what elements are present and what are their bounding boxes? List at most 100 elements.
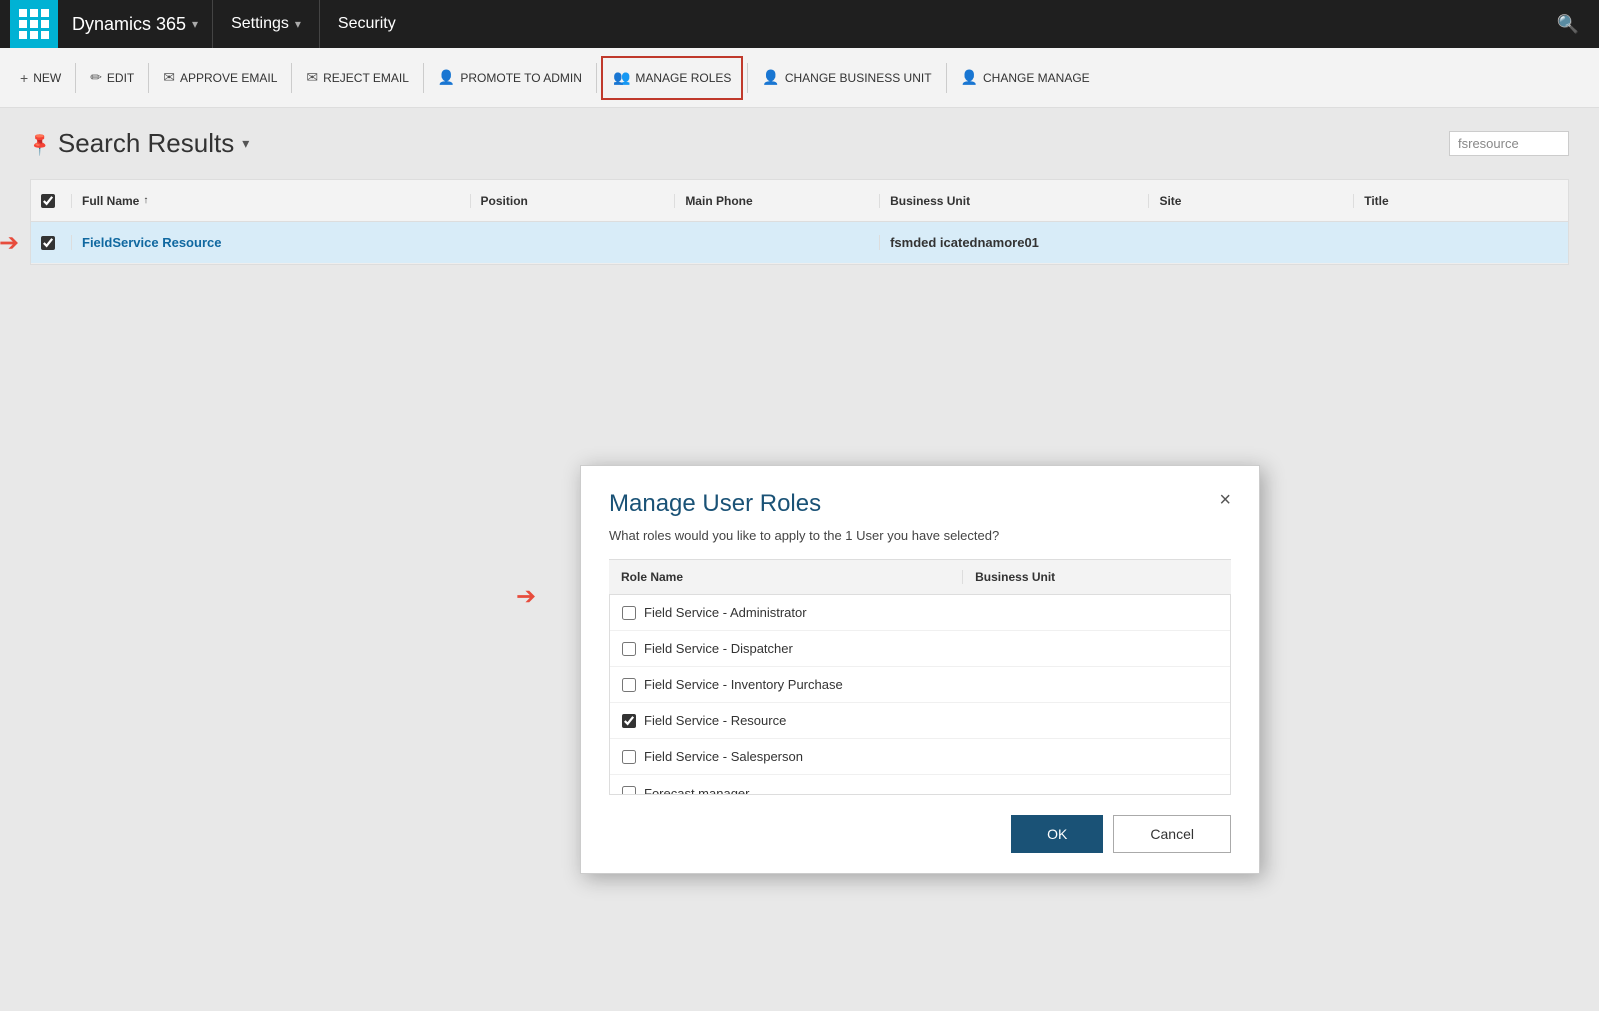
pin-icon: 📌 <box>26 129 54 157</box>
separator-5 <box>596 63 597 93</box>
phone-label: Main Phone <box>685 194 752 208</box>
main-content: 📌 Search Results ▾ fsresource Full Name … <box>0 108 1599 694</box>
separator-6 <box>747 63 748 93</box>
position-label: Position <box>481 194 528 208</box>
col-header-phone: Main Phone <box>674 194 879 208</box>
separator-2 <box>148 63 149 93</box>
edit-label: EDIT <box>107 71 134 85</box>
nav-settings-arrow: ▾ <box>295 17 301 31</box>
search-results-title: Search Results <box>58 128 234 159</box>
role-label: Field Service - Administrator <box>644 605 807 620</box>
row-business-unit: fsmded icatednamore01 <box>879 235 1148 250</box>
modal-subtitle: What roles would you like to apply to th… <box>581 528 1259 559</box>
site-label: Site <box>1159 194 1181 208</box>
approve-email-label: APPROVE EMAIL <box>180 71 277 85</box>
roles-table-header: Role Name Business Unit <box>609 559 1231 595</box>
list-item: Field Service - Administrator <box>610 595 1230 631</box>
change-business-unit-button[interactable]: 👤 CHANGE BUSINESS UNIT <box>752 56 941 100</box>
roles-list: Field Service - Administrator Field Servi… <box>609 595 1231 795</box>
role-label: Field Service - Inventory Purchase <box>644 677 843 692</box>
change-business-unit-icon: 👤 <box>762 69 779 86</box>
row-checkbox-col[interactable] <box>41 236 71 250</box>
approve-email-icon: ✉ <box>163 69 175 86</box>
business-unit-label: Business Unit <box>890 194 970 208</box>
data-grid: Full Name ↑ Position Main Phone Business… <box>30 179 1569 265</box>
role-checkbox[interactable] <box>622 606 636 620</box>
ok-button[interactable]: OK <box>1011 815 1103 853</box>
manage-roles-button[interactable]: 👥 MANAGE ROLES <box>601 56 743 100</box>
roles-col-name-header: Role Name <box>609 570 962 584</box>
edit-icon: ✏ <box>90 69 102 86</box>
nav-search-icon[interactable]: 🔍 <box>1547 14 1589 35</box>
promote-to-admin-label: PROMOTE TO ADMIN <box>460 71 582 85</box>
new-icon: + <box>20 70 28 86</box>
edit-button[interactable]: ✏ EDIT <box>80 56 144 100</box>
change-business-unit-label: CHANGE BUSINESS UNIT <box>785 71 932 85</box>
top-navigation: Dynamics 365 ▾ Settings ▾ Security 🔍 <box>0 0 1599 48</box>
row-business-unit-value: fsmded icatednamore01 <box>890 235 1039 250</box>
title-label: Title <box>1364 194 1388 208</box>
modal-header: Manage User Roles × <box>581 466 1259 528</box>
role-label: Field Service - Dispatcher <box>644 641 793 656</box>
separator-7 <box>946 63 947 93</box>
resource-arrow-indicator: ➔ <box>516 582 536 611</box>
col-header-business-unit: Business Unit <box>879 194 1148 208</box>
reject-email-icon: ✉ <box>306 69 318 86</box>
manage-roles-icon: 👥 <box>613 69 630 86</box>
modal-footer: OK Cancel <box>581 795 1259 873</box>
col-header-fullname: Full Name ↑ <box>71 194 470 208</box>
list-item: Field Service - Salesperson <box>610 739 1230 775</box>
change-manage-label: CHANGE MANAGE <box>983 71 1090 85</box>
col-header-position: Position <box>470 194 675 208</box>
row-arrow-indicator: ➔ <box>0 228 19 257</box>
list-item: Field Service - Dispatcher <box>610 631 1230 667</box>
col-header-site: Site <box>1148 194 1353 208</box>
search-box-value: fsresource <box>1458 136 1519 151</box>
list-item: Forecast manager <box>610 775 1230 795</box>
search-results-header: 📌 Search Results ▾ fsresource <box>30 128 1569 159</box>
row-name-link[interactable]: FieldService Resource <box>82 235 221 250</box>
modal-close-button[interactable]: × <box>1219 490 1231 510</box>
nav-security: Security <box>320 0 414 48</box>
change-manage-icon: 👤 <box>961 69 978 86</box>
manage-roles-dialog: Manage User Roles × What roles would you… <box>580 465 1260 874</box>
role-checkbox[interactable] <box>622 714 636 728</box>
nav-brand[interactable]: Dynamics 365 ▾ <box>58 0 213 48</box>
sort-icon[interactable]: ↑ <box>143 195 148 206</box>
promote-admin-icon: 👤 <box>438 69 455 86</box>
select-all-checkbox[interactable] <box>41 194 55 208</box>
new-button[interactable]: + NEW <box>10 56 71 100</box>
col-header-title: Title <box>1353 194 1558 208</box>
modal-title: Manage User Roles <box>609 490 821 518</box>
list-item: Field Service - Resource <box>610 703 1230 739</box>
separator-3 <box>291 63 292 93</box>
nav-settings-label: Settings <box>231 15 289 33</box>
toolbar: + NEW ✏ EDIT ✉ APPROVE EMAIL ✉ REJECT EM… <box>0 48 1599 108</box>
table-row: ➔ FieldService Resource fsmded icatednam… <box>31 222 1568 264</box>
reject-email-button[interactable]: ✉ REJECT EMAIL <box>296 56 419 100</box>
nav-settings[interactable]: Settings ▾ <box>213 0 320 48</box>
manage-roles-label: MANAGE ROLES <box>635 71 731 85</box>
role-checkbox[interactable] <box>622 750 636 764</box>
row-checkbox[interactable] <box>41 236 55 250</box>
fullname-label: Full Name <box>82 194 139 208</box>
change-manage-button[interactable]: 👤 CHANGE MANAGE <box>951 56 1100 100</box>
row-fullname: FieldService Resource <box>71 235 470 250</box>
promote-to-admin-button[interactable]: 👤 PROMOTE TO ADMIN <box>428 56 592 100</box>
search-results-dropdown[interactable]: ▾ <box>242 135 249 152</box>
search-box-right[interactable]: fsresource <box>1449 131 1569 156</box>
role-label: Forecast manager <box>644 786 750 796</box>
reject-email-label: REJECT EMAIL <box>323 71 409 85</box>
list-item: Field Service - Inventory Purchase <box>610 667 1230 703</box>
header-checkbox-col[interactable] <box>41 194 71 208</box>
approve-email-button[interactable]: ✉ APPROVE EMAIL <box>153 56 287 100</box>
cancel-button[interactable]: Cancel <box>1113 815 1231 853</box>
roles-col-business-header: Business Unit <box>962 570 1231 584</box>
role-label: Field Service - Salesperson <box>644 749 803 764</box>
app-launcher-icon[interactable] <box>10 0 58 48</box>
nav-brand-arrow: ▾ <box>192 17 198 31</box>
role-checkbox[interactable] <box>622 786 636 795</box>
role-checkbox[interactable] <box>622 678 636 692</box>
role-checkbox[interactable] <box>622 642 636 656</box>
nav-brand-label: Dynamics 365 <box>72 14 186 35</box>
